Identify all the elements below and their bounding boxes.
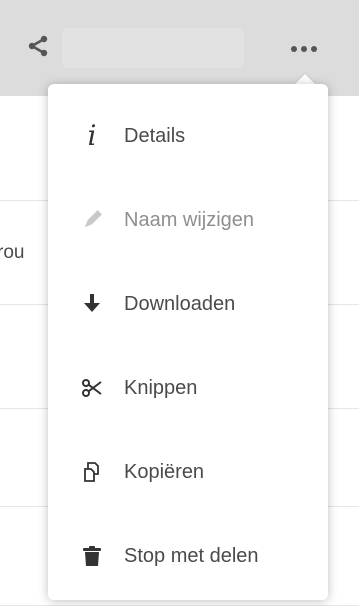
copy-icon [60, 430, 124, 514]
search-input[interactable] [62, 28, 244, 68]
trash-icon [60, 514, 124, 598]
info-icon: i [87, 119, 97, 152]
pencil-icon [60, 178, 124, 262]
more-actions-button[interactable] [282, 30, 326, 66]
scissors-icon [60, 346, 124, 430]
more-horizontal-icon [288, 39, 320, 58]
menu-item-label: Kopiëren [124, 460, 205, 483]
download-icon [60, 262, 124, 346]
menu-item-stop-sharing[interactable]: Stop met delen [48, 514, 328, 598]
menu-item-details[interactable]: i Details [48, 94, 328, 178]
menu-item-cut[interactable]: Knippen [48, 346, 328, 430]
partial-row-label: rou [0, 242, 25, 263]
menu-item-copy[interactable]: Kopiëren [48, 430, 328, 514]
menu-item-label: Naam wijzigen [124, 208, 255, 231]
menu-item-label: Knippen [124, 376, 198, 399]
menu-item-label: Downloaden [124, 292, 236, 315]
menu-item-rename[interactable]: Naam wijzigen [48, 178, 328, 262]
menu-item-label: Details [124, 124, 186, 147]
menu-item-download[interactable]: Downloaden [48, 262, 328, 346]
share-icon [26, 34, 50, 62]
share-button[interactable] [20, 30, 56, 66]
menu-item-label: Stop met delen [124, 544, 259, 567]
context-menu: i Details Naam wijzigen Downloaden Knipp… [48, 84, 328, 600]
